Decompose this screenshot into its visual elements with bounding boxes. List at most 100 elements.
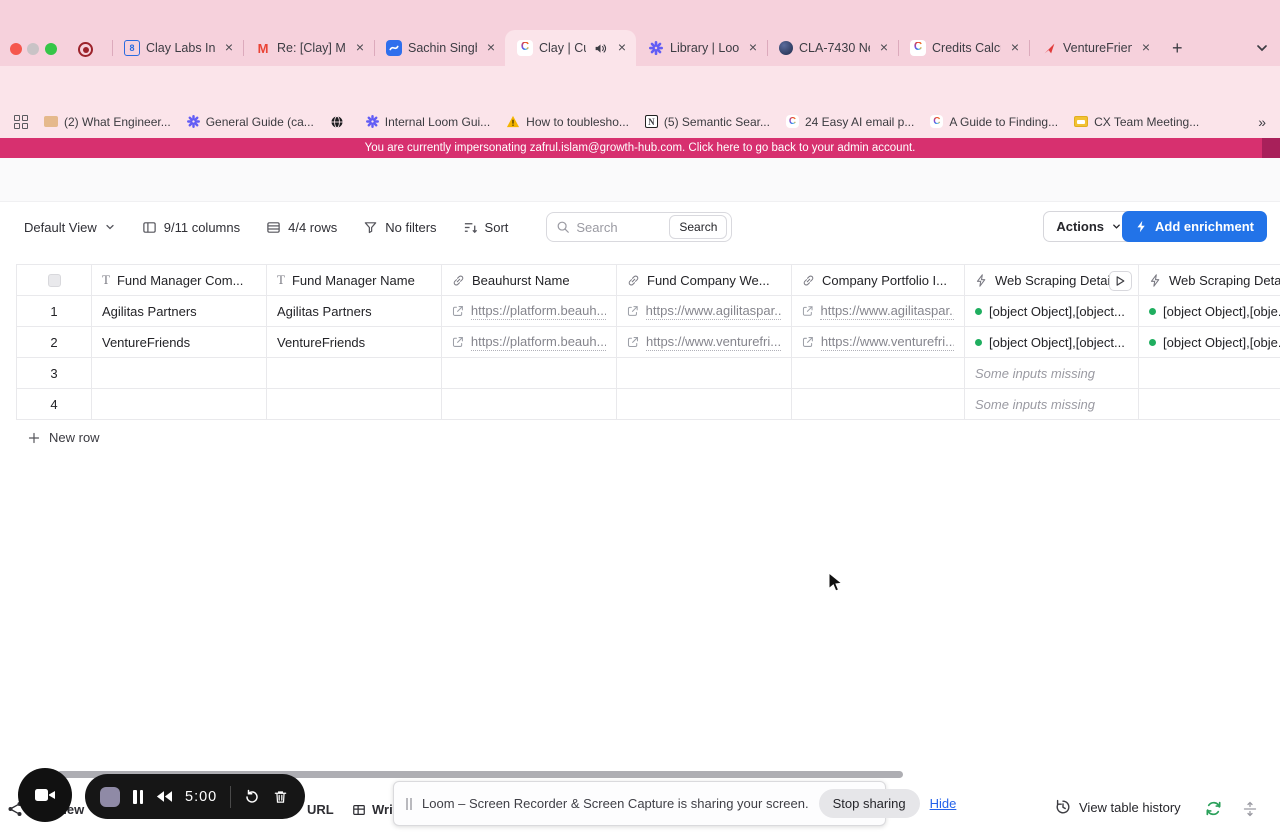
tab-overflow-chevron-icon[interactable] — [1254, 40, 1270, 56]
zoom-window-button[interactable] — [45, 43, 57, 55]
column-header-web-scraping-detail[interactable]: Web Scraping Detail — [965, 264, 1139, 296]
cell[interactable] — [617, 358, 792, 389]
cell[interactable]: Some inputs missing — [965, 358, 1139, 389]
cell[interactable]: https://www.agilitaspar... — [792, 296, 965, 327]
view-selector[interactable]: Default View — [24, 220, 116, 235]
pause-button[interactable] — [133, 789, 143, 804]
row-number[interactable]: 2 — [17, 327, 92, 358]
bookmark-globe[interactable] — [330, 115, 350, 129]
cell[interactable] — [792, 358, 965, 389]
impersonation-banner[interactable]: You are currently impersonating zafrul.i… — [0, 138, 1280, 158]
cell[interactable]: Agilitas Partners — [92, 296, 267, 327]
search-button[interactable]: Search — [669, 215, 728, 239]
tab-close-icon[interactable]: × — [745, 40, 761, 56]
bookmark-what-engineer[interactable]: (2) What Engineer... — [44, 115, 171, 129]
columns-control[interactable]: 9/11 columns — [142, 220, 240, 235]
bookmark-guide-finding[interactable]: C A Guide to Finding... — [930, 115, 1058, 129]
rewind-icon[interactable] — [156, 790, 172, 803]
drag-handle-icon[interactable] — [406, 797, 412, 810]
bookmark-internal-loom[interactable]: Internal Loom Gui... — [365, 115, 490, 129]
tab-close-icon[interactable]: × — [483, 40, 499, 56]
bookmark-semantic-search[interactable]: N (5) Semantic Sear... — [644, 115, 770, 129]
row-number[interactable]: 4 — [17, 389, 92, 420]
bookmarks-overflow-icon[interactable]: » — [1258, 114, 1266, 130]
cell[interactable]: https://www.venturefri... — [792, 327, 965, 358]
cell[interactable]: [object Object],[object... — [965, 327, 1139, 358]
tab-close-icon[interactable]: × — [1138, 40, 1154, 56]
bookmark-general-guide[interactable]: General Guide (ca... — [186, 115, 314, 129]
bookmark-cx-team[interactable]: CX Team Meeting... — [1074, 115, 1199, 129]
browser-tab-clay-active[interactable]: C Clay | Cust × — [505, 30, 636, 66]
cell[interactable]: [object Object],[object... — [965, 296, 1139, 327]
tab-close-icon[interactable]: × — [876, 40, 892, 56]
browser-tab-sachin-singh[interactable]: Sachin Singh | × — [374, 30, 505, 66]
cell[interactable]: Some inputs missing — [965, 389, 1139, 420]
stop-recording-button[interactable] — [100, 786, 120, 807]
tab-close-icon[interactable]: × — [352, 40, 368, 56]
row-height-adjust-icon[interactable] — [1242, 801, 1258, 817]
cell[interactable] — [92, 389, 267, 420]
close-window-button[interactable] — [10, 43, 22, 55]
browser-tab-clay-labs[interactable]: 8 Clay Labs Inc × — [112, 30, 243, 66]
view-table-history[interactable]: View table history — [1055, 799, 1181, 815]
sort-control[interactable]: Sort — [463, 220, 508, 235]
column-header-beauhurst-name[interactable]: Beauhurst Name — [442, 264, 617, 296]
cell[interactable] — [1139, 389, 1280, 420]
cell[interactable]: https://platform.beauh... — [442, 327, 617, 358]
delete-recording-icon[interactable] — [273, 789, 288, 805]
cell[interactable]: https://platform.beauh... — [442, 296, 617, 327]
new-tab-button[interactable]: + — [1172, 38, 1183, 59]
cell[interactable] — [792, 389, 965, 420]
select-all-checkbox[interactable] — [47, 273, 61, 287]
screen-recording-indicator-icon[interactable] — [78, 42, 93, 57]
browser-tab-gmail[interactable]: M Re: [Clay] Mic × — [243, 30, 374, 66]
tab-close-icon[interactable]: × — [614, 40, 630, 56]
add-enrichment-button[interactable]: Add enrichment — [1122, 211, 1267, 242]
row-number[interactable]: 1 — [17, 296, 92, 327]
cell[interactable]: VentureFriends — [267, 327, 442, 358]
tab-audio-icon[interactable] — [592, 40, 608, 56]
new-row-button[interactable]: New row — [28, 430, 100, 445]
tab-close-icon[interactable]: × — [1007, 40, 1023, 56]
tab-close-icon[interactable]: × — [221, 40, 237, 56]
filters-control[interactable]: No filters — [363, 220, 437, 235]
browser-tab-cla-7430[interactable]: CLA-7430 Ne × — [767, 30, 898, 66]
row-number[interactable]: 3 — [17, 358, 92, 389]
column-header-fund-manager-name[interactable]: T Fund Manager Name — [267, 264, 442, 296]
minimize-window-button[interactable] — [27, 43, 39, 55]
cell[interactable] — [267, 389, 442, 420]
restart-recording-icon[interactable] — [244, 789, 260, 805]
column-header-web-scraping-detail-2[interactable]: Web Scraping Detai... — [1139, 264, 1280, 296]
browser-tab-loom-library[interactable]: Library | Loom × — [636, 30, 767, 66]
column-header-fund-company-website[interactable]: Fund Company We... — [617, 264, 792, 296]
bookmark-troubleshoot[interactable]: How to toublesho... — [506, 115, 629, 129]
cell[interactable] — [92, 358, 267, 389]
cell[interactable] — [442, 358, 617, 389]
impersonation-text[interactable]: You are currently impersonating zafrul.i… — [365, 142, 916, 154]
column-header-fund-manager-company[interactable]: T Fund Manager Com... — [92, 264, 267, 296]
cell[interactable]: https://www.agilitaspar... — [617, 296, 792, 327]
footer-url-label[interactable]: URL — [307, 802, 334, 817]
browser-tab-credits-calc[interactable]: C Credits Calcul × — [898, 30, 1029, 66]
cell[interactable] — [442, 389, 617, 420]
cell[interactable] — [267, 358, 442, 389]
apps-grid-icon[interactable] — [14, 114, 28, 129]
cell[interactable]: [object Object],[obje... — [1139, 296, 1280, 327]
browser-tab-venturefriends[interactable]: VentureFriend × — [1029, 30, 1160, 66]
cell[interactable]: Agilitas Partners — [267, 296, 442, 327]
column-header-company-portfolio[interactable]: Company Portfolio I... — [792, 264, 965, 296]
cell[interactable]: [object Object],[obje... — [1139, 327, 1280, 358]
refresh-sync-icon[interactable] — [1205, 800, 1222, 817]
bookmark-ai-email[interactable]: C 24 Easy AI email p... — [785, 115, 914, 129]
stop-sharing-button[interactable]: Stop sharing — [818, 789, 920, 818]
footer-write-label[interactable]: Writ — [352, 802, 397, 817]
cell[interactable]: VentureFriends — [92, 327, 267, 358]
rows-control[interactable]: 4/4 rows — [266, 220, 337, 235]
run-column-button[interactable] — [1109, 271, 1132, 291]
search-box[interactable]: Search — [546, 212, 733, 242]
cell[interactable] — [1139, 358, 1280, 389]
loom-camera-bubble[interactable] — [18, 768, 72, 822]
search-input[interactable] — [576, 219, 664, 235]
cell[interactable]: https://www.venturefri... — [617, 327, 792, 358]
hide-banner-link[interactable]: Hide — [930, 796, 957, 811]
